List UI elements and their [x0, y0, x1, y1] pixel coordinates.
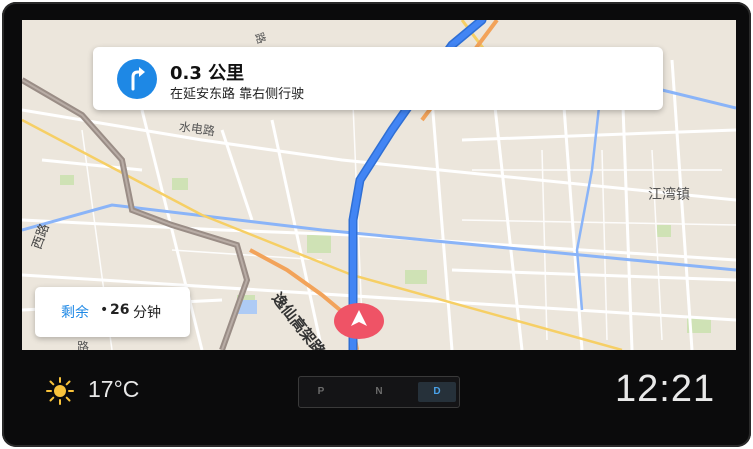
map-label-jiangwan: 江湾镇	[648, 187, 690, 203]
remaining-time-card[interactable]: 剩余 • 26 分钟	[35, 287, 190, 337]
map-label-road-left-lower: 路	[77, 340, 90, 350]
gear-selector[interactable]: P N D	[298, 376, 460, 408]
device-frame: 水电路 江湾镇 逸仙高架路 西路 路 路 0.3 公里 在延安东路 靠右侧行驶 …	[2, 2, 751, 447]
remaining-minutes-unit: 分钟	[133, 305, 161, 321]
remaining-label: 剩余	[61, 305, 89, 321]
gear-neutral[interactable]: N	[360, 382, 398, 402]
remaining-separator: •	[100, 302, 109, 318]
navigation-instruction-card[interactable]: 0.3 公里 在延安东路 靠右侧行驶	[93, 47, 663, 110]
temperature-readout: 17°C	[88, 376, 140, 402]
map-screen[interactable]: 水电路 江湾镇 逸仙高架路 西路 路 路 0.3 公里 在延安东路 靠右侧行驶 …	[22, 20, 736, 350]
gear-drive[interactable]: D	[418, 382, 456, 402]
gear-park[interactable]: P	[302, 382, 340, 402]
distance-to-turn: 0.3 公里	[170, 63, 245, 84]
turn-right-arrow-icon	[117, 59, 157, 99]
current-location-arrow-icon	[334, 303, 384, 339]
clock: 12:21	[615, 368, 716, 410]
turn-instruction: 在延安东路 靠右侧行驶	[170, 87, 305, 102]
sun-icon	[46, 377, 74, 409]
remaining-minutes-value: 26	[110, 302, 130, 318]
